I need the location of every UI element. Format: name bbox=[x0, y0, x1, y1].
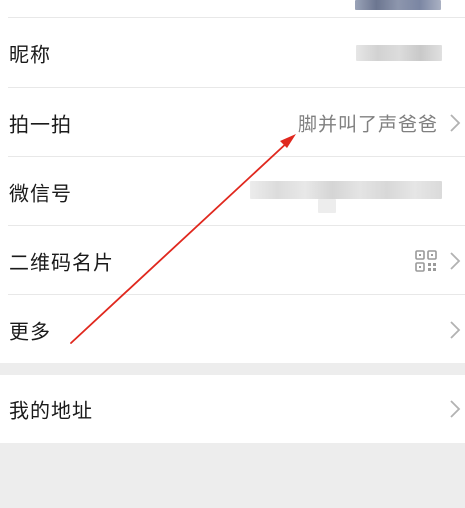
wechat-id-value-blurred-fragment bbox=[318, 199, 336, 213]
row-pat[interactable]: 拍一拍 脚并叫了声爸爸 bbox=[0, 88, 465, 157]
chevron-right-icon bbox=[450, 113, 461, 132]
wechat-id-value-blurred bbox=[250, 181, 442, 199]
chevron-right-icon bbox=[450, 251, 461, 270]
row-wechat-id[interactable]: 微信号 bbox=[0, 157, 465, 226]
row-nickname-label: 昵称 bbox=[9, 42, 51, 66]
profile-settings-card: 昵称 拍一拍 脚并叫了声爸爸 微信号 二维码名片 更多 bbox=[0, 0, 465, 363]
address-card: 我的地址 bbox=[0, 375, 465, 443]
row-wechat-id-label: 微信号 bbox=[9, 181, 72, 205]
nickname-value-blurred bbox=[356, 45, 442, 61]
row-more-label: 更多 bbox=[9, 319, 51, 343]
qr-code-icon bbox=[415, 249, 437, 272]
row-nickname[interactable]: 昵称 bbox=[0, 18, 465, 87]
row-my-address-label: 我的地址 bbox=[9, 398, 93, 423]
row-more[interactable]: 更多 bbox=[0, 295, 465, 364]
row-pat-value: 脚并叫了声爸爸 bbox=[297, 113, 438, 135]
chevron-right-icon bbox=[450, 400, 461, 418]
row-qr-card[interactable]: 二维码名片 bbox=[0, 226, 465, 295]
row-qr-card-label: 二维码名片 bbox=[9, 250, 114, 274]
chevron-right-icon bbox=[450, 320, 461, 339]
row-pat-label: 拍一拍 bbox=[9, 112, 72, 136]
row-my-address[interactable]: 我的地址 bbox=[0, 375, 465, 443]
avatar-thumbnail[interactable] bbox=[355, 0, 441, 10]
